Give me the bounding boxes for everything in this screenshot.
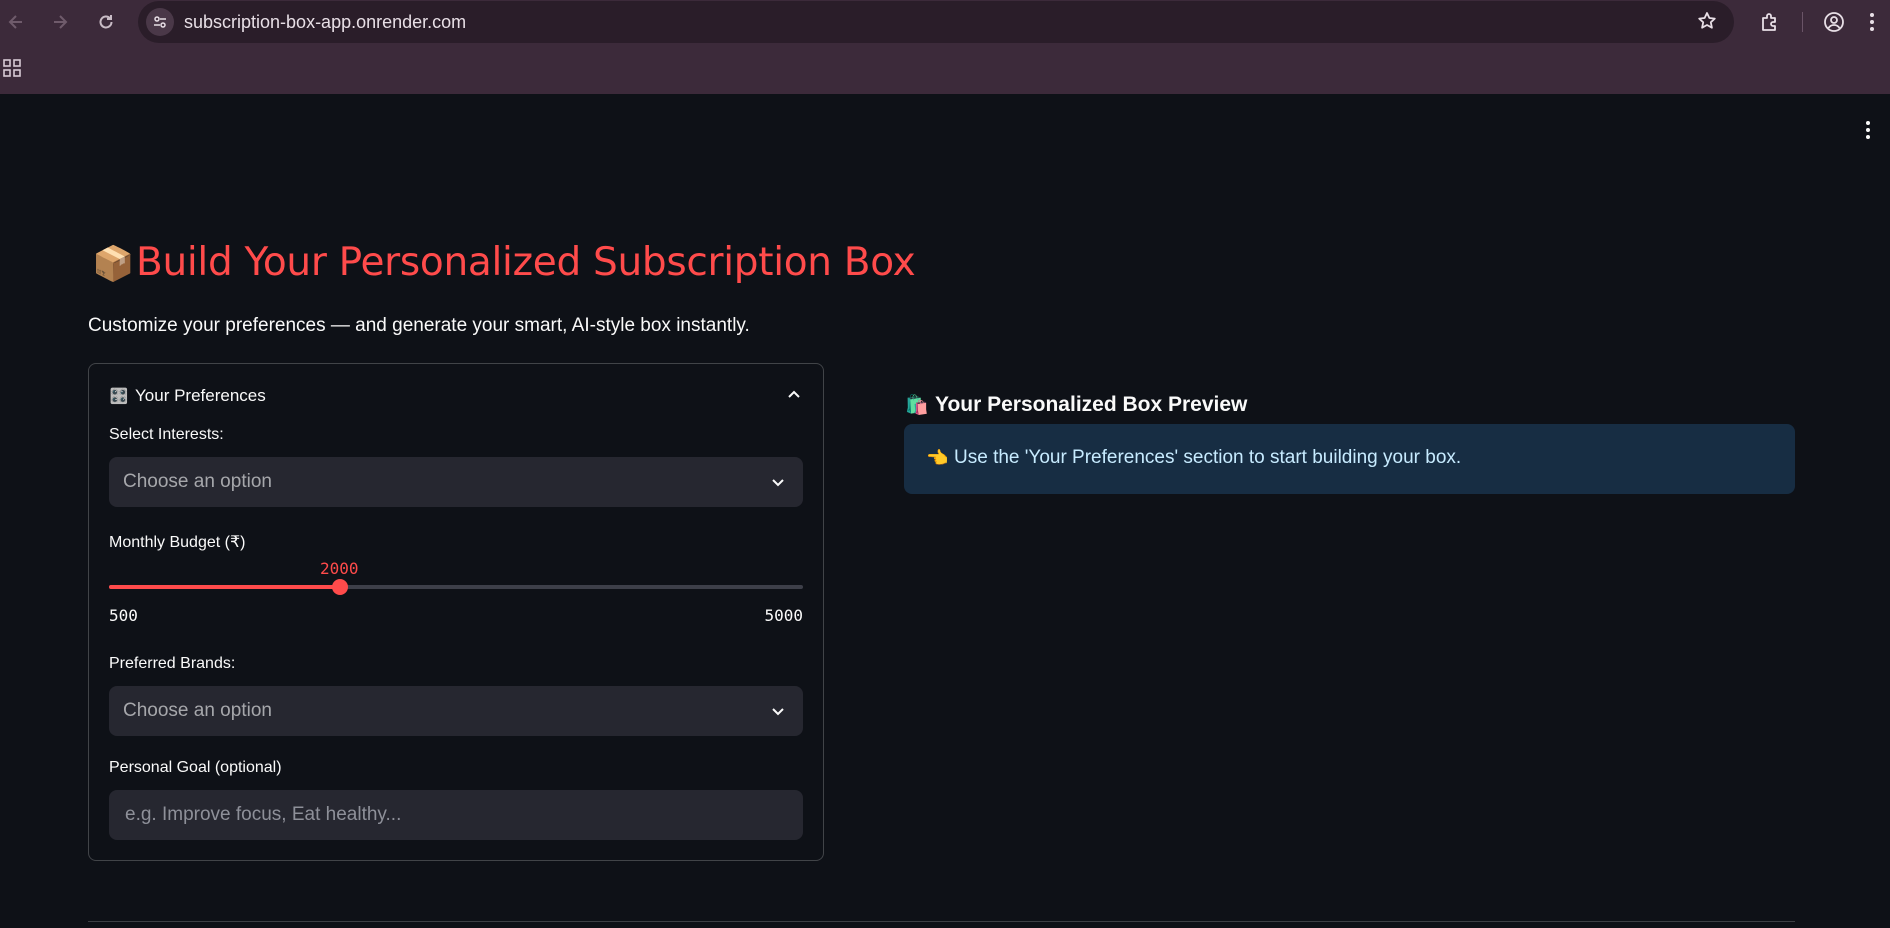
budget-slider-max: 5000 <box>764 606 803 625</box>
page-title-text: Build Your Personalized Subscription Box <box>136 240 916 285</box>
toolbar-divider <box>1802 12 1803 32</box>
chevron-up-icon[interactable] <box>785 386 803 404</box>
page-title: 📦Build Your Personalized Subscription Bo… <box>92 240 916 285</box>
browser-menu-icon[interactable] <box>1858 8 1886 36</box>
preferences-expander-header[interactable]: 🎛️ Your Preferences <box>109 384 803 408</box>
bookmark-star-icon[interactable] <box>1696 10 1718 37</box>
url-text: subscription-box-app.onrender.com <box>184 12 467 32</box>
interests-placeholder: Choose an option <box>123 471 272 492</box>
back-icon[interactable] <box>2 8 30 36</box>
site-settings-icon[interactable] <box>146 8 174 36</box>
goal-label: Personal Goal (optional) <box>109 759 282 776</box>
section-divider <box>88 921 1795 922</box>
pointing-left-icon: 👈 <box>926 447 949 468</box>
reload-icon[interactable] <box>92 8 120 36</box>
budget-slider-fill <box>109 585 341 589</box>
address-bar[interactable]: subscription-box-app.onrender.com <box>138 1 1734 43</box>
package-icon: 📦 <box>92 244 135 284</box>
profile-icon[interactable] <box>1820 8 1848 36</box>
control-knobs-icon: 🎛️ <box>109 388 129 405</box>
brands-select[interactable]: Choose an option <box>109 686 803 736</box>
preferences-header-label: Your Preferences <box>135 386 266 405</box>
extensions-icon[interactable] <box>1756 8 1784 36</box>
interests-select[interactable]: Choose an option <box>109 457 803 507</box>
preview-info-box: 👈 Use the 'Your Preferences' section to … <box>904 424 1795 494</box>
shopping-bags-icon: 🛍️ <box>905 395 929 416</box>
preferences-expander: 🎛️ Your Preferences Select Interests: Ch… <box>88 363 824 861</box>
budget-slider-value: 2000 <box>320 559 359 578</box>
apps-grid-icon[interactable] <box>2 58 24 80</box>
goal-input[interactable] <box>109 790 803 840</box>
preview-header-text: Your Personalized Box Preview <box>935 393 1248 416</box>
brands-label: Preferred Brands: <box>109 655 236 672</box>
budget-label: Monthly Budget (₹) <box>109 534 246 551</box>
app-menu-icon[interactable] <box>1858 118 1878 142</box>
bookmarks-bar <box>0 50 1890 94</box>
brands-placeholder: Choose an option <box>123 700 272 721</box>
browser-chrome: subscription-box-app.onrender.com <box>0 0 1890 94</box>
chevron-down-icon[interactable] <box>769 702 787 720</box>
page-subtitle: Customize your preferences — and generat… <box>88 315 750 336</box>
app-page: 📦Build Your Personalized Subscription Bo… <box>0 94 1890 928</box>
forward-icon[interactable] <box>46 8 74 36</box>
budget-slider-thumb[interactable] <box>332 579 349 595</box>
preview-info-message: 👈 Use the 'Your Preferences' section to … <box>926 447 1461 469</box>
interests-label: Select Interests: <box>109 426 224 443</box>
browser-toolbar: subscription-box-app.onrender.com <box>0 0 1890 45</box>
preview-info-text: Use the 'Your Preferences' section to st… <box>954 447 1462 468</box>
chevron-down-icon[interactable] <box>769 473 787 491</box>
budget-slider-min: 500 <box>109 606 138 625</box>
preview-header: 🛍️ Your Personalized Box Preview <box>905 393 1247 417</box>
budget-slider[interactable] <box>109 579 803 595</box>
